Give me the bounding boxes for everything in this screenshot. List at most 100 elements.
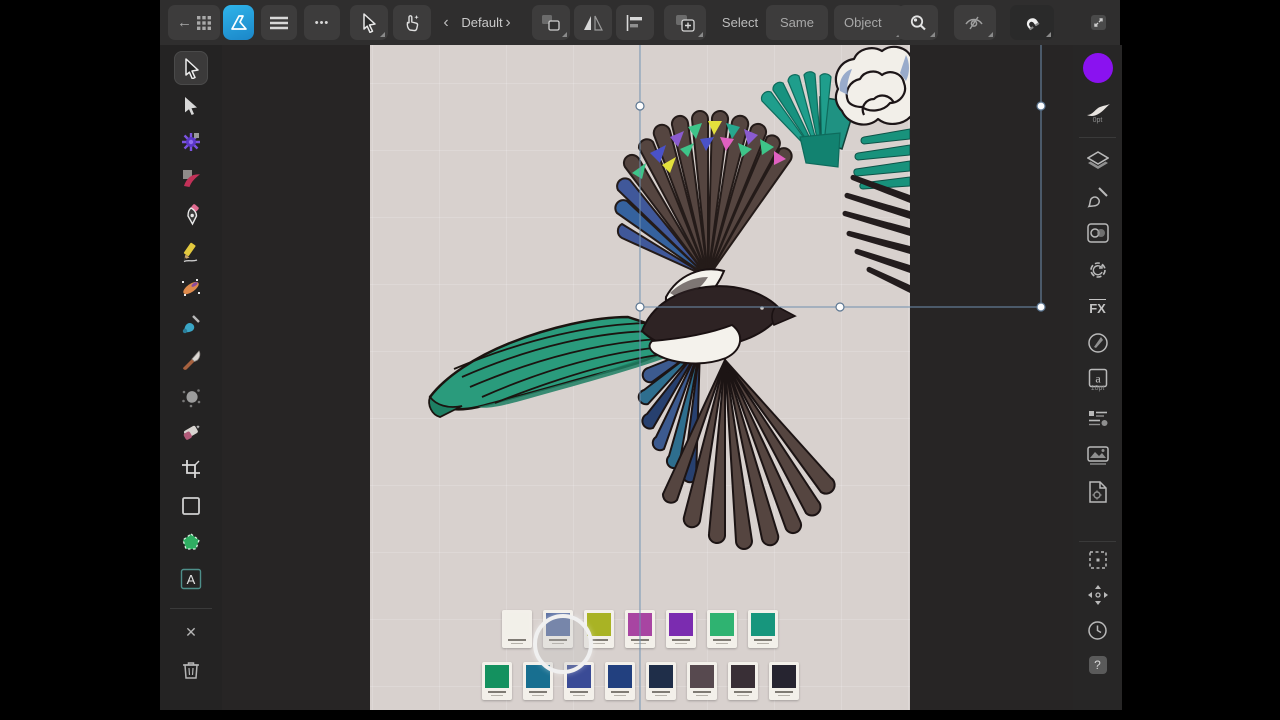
magnet-icon xyxy=(1023,14,1041,32)
preset-next-button[interactable]: › xyxy=(500,5,516,40)
artboard[interactable] xyxy=(370,45,910,710)
adjustments-panel-button[interactable] xyxy=(1073,218,1122,248)
spray-blob-icon xyxy=(180,386,202,408)
align-button[interactable] xyxy=(616,5,654,40)
zoom-tool-button[interactable] xyxy=(898,5,938,40)
pantone-swatch[interactable] xyxy=(707,610,737,648)
text-tool-icon: A xyxy=(180,568,202,590)
pantone-swatch[interactable] xyxy=(605,662,635,700)
delete-button[interactable] xyxy=(174,653,208,687)
swatch-label-bar xyxy=(611,691,629,693)
tail xyxy=(429,317,668,417)
text-tool[interactable]: A xyxy=(174,562,208,596)
transform-mode-button[interactable] xyxy=(532,5,570,40)
swatch-sublabel-bar xyxy=(655,695,667,696)
eraser-tool[interactable] xyxy=(174,416,208,450)
layers-panel-button[interactable] xyxy=(1073,146,1122,176)
right-panel-strip: 0pt xyxy=(1073,45,1122,710)
fill-color-well[interactable] xyxy=(1073,53,1122,83)
paragraph-panel-button[interactable] xyxy=(1073,404,1122,434)
pantone-swatch[interactable] xyxy=(666,610,696,648)
affinity-designer-logo[interactable] xyxy=(223,5,254,40)
move-tool-button[interactable] xyxy=(350,5,388,40)
swatch-label-bar xyxy=(713,639,731,641)
history-button[interactable] xyxy=(1073,615,1122,645)
pantone-swatch[interactable] xyxy=(625,610,655,648)
pencil-tool[interactable] xyxy=(174,235,208,269)
swatch-label-bar xyxy=(631,639,649,641)
styles-panel-button[interactable] xyxy=(1073,328,1122,358)
gesture-tool-button[interactable] xyxy=(393,5,431,40)
image-icon xyxy=(1087,446,1109,465)
nav-back-grid-group[interactable]: ← xyxy=(168,5,220,40)
snapping-button[interactable] xyxy=(1010,5,1054,40)
boolean-add-button[interactable] xyxy=(664,5,706,40)
move-tool[interactable] xyxy=(174,51,208,85)
fullscreen-button[interactable] xyxy=(1082,5,1114,40)
corner-tool[interactable] xyxy=(174,125,208,159)
preview-mode-button[interactable] xyxy=(954,5,996,40)
pantone-swatch[interactable] xyxy=(482,662,512,700)
crop-icon xyxy=(181,459,201,479)
crop-tool[interactable] xyxy=(174,452,208,486)
swatch-sublabel-bar xyxy=(675,643,687,644)
close-button[interactable]: ✕ xyxy=(174,615,208,649)
pantone-swatch[interactable] xyxy=(646,662,676,700)
swatch-color xyxy=(485,665,509,688)
rectangle-tool[interactable] xyxy=(174,489,208,523)
node-arrow-icon xyxy=(182,96,200,115)
selection-handle[interactable] xyxy=(1037,102,1045,110)
bird-body xyxy=(642,269,795,363)
canvas-area[interactable] xyxy=(222,45,1073,710)
divider xyxy=(1079,541,1116,542)
swatch-color xyxy=(505,613,529,636)
document-gear-icon xyxy=(1088,481,1108,503)
swatch-label-bar xyxy=(508,639,526,641)
help-button[interactable]: ? xyxy=(1073,650,1122,680)
paragraph-list-icon xyxy=(1088,410,1108,428)
navigator-button[interactable] xyxy=(1073,580,1122,610)
pantone-swatch[interactable] xyxy=(769,662,799,700)
brushes-panel-button[interactable] xyxy=(1073,182,1122,212)
smart-shape-tool[interactable] xyxy=(174,525,208,559)
isometric-panel-button[interactable] xyxy=(1073,255,1122,285)
menu-button[interactable] xyxy=(261,5,297,40)
effects-panel-button[interactable]: FX xyxy=(1073,292,1122,322)
object-label: Object xyxy=(844,15,882,30)
swatch-sublabel-bar xyxy=(491,695,503,696)
back-icon: ← xyxy=(177,14,192,31)
knife-tool[interactable] xyxy=(174,343,208,377)
swatch-color xyxy=(710,613,734,636)
pantone-swatch[interactable] xyxy=(748,610,778,648)
transform-icon xyxy=(541,14,561,32)
node-tool[interactable] xyxy=(174,88,208,122)
swatch-color xyxy=(690,665,714,688)
select-object-button[interactable]: Object xyxy=(834,5,904,40)
character-size-label: 10pt xyxy=(1073,385,1122,392)
pantone-swatch[interactable] xyxy=(728,662,758,700)
more-icon: ••• xyxy=(315,17,330,29)
more-button[interactable]: ••• xyxy=(304,5,340,40)
partial-bird-artwork xyxy=(820,47,910,293)
fill-tool[interactable] xyxy=(174,161,208,195)
vector-brush-tool[interactable] xyxy=(174,271,208,305)
swatch-sublabel-bar xyxy=(737,695,749,696)
stock-panel-button[interactable] xyxy=(1073,440,1122,470)
selection-handle[interactable] xyxy=(1037,303,1045,311)
preset-prev-button[interactable]: ‹ xyxy=(438,5,454,40)
pantone-swatch[interactable] xyxy=(502,610,532,648)
select-label: Select xyxy=(718,5,762,40)
lower-wing xyxy=(639,347,835,549)
paint-brush-tool[interactable] xyxy=(174,307,208,341)
svg-text:A: A xyxy=(187,572,196,587)
document-panel-button[interactable] xyxy=(1073,477,1122,507)
spray-tool[interactable] xyxy=(174,380,208,414)
hand-sparkle-icon xyxy=(402,13,422,33)
pencil-icon xyxy=(180,241,202,263)
pantone-swatch[interactable] xyxy=(687,662,717,700)
flip-button[interactable] xyxy=(574,5,612,40)
selection-box-button[interactable] xyxy=(1073,545,1122,575)
select-same-button[interactable]: Same xyxy=(766,5,828,40)
stroke-squiggle-icon xyxy=(1085,102,1111,118)
pen-tool[interactable] xyxy=(174,198,208,232)
